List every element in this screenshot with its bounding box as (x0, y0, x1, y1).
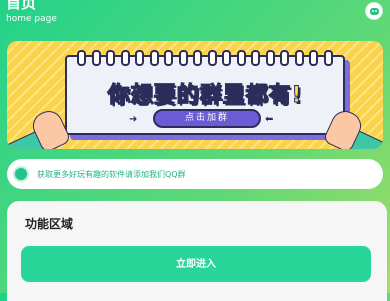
avatar[interactable] (366, 3, 382, 19)
page-title: 首页 (6, 0, 37, 12)
banner-headline: 你想要的群里都有! (107, 83, 303, 109)
page-header: 首页 home page (6, 0, 57, 24)
circle-dot-icon (15, 168, 27, 180)
enter-now-button[interactable]: 立即进入 (21, 246, 371, 282)
join-group-banner[interactable]: 你想要的群里都有! ➜ 点击加群 ⬅ (7, 41, 383, 149)
notice-bar[interactable]: 获取更多好玩有趣的软件请添加我们QQ群 (7, 159, 383, 189)
page-subtitle: home page (6, 14, 57, 24)
gamepad-icon (369, 7, 379, 15)
arrow-right-icon: ➜ (129, 114, 138, 125)
banner-board: 你想要的群里都有! ➜ 点击加群 ⬅ (65, 50, 345, 135)
function-area-title: 功能区域 (25, 217, 74, 231)
function-area-card: 功能区域 立即进入 (7, 201, 387, 301)
notice-text: 获取更多好玩有趣的软件请添加我们QQ群 (37, 169, 186, 179)
binder-rings (77, 50, 333, 66)
join-group-button[interactable]: 点击加群 (153, 109, 261, 128)
arrow-left-icon: ⬅ (265, 114, 274, 125)
